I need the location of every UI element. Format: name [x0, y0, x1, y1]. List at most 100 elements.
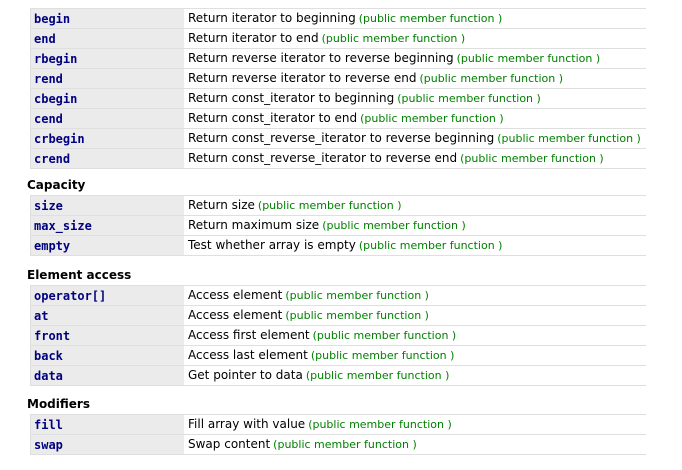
member-kind: (public member function ) — [305, 369, 450, 382]
member-desc-cell: Return const_reverse_iterator to reverse… — [184, 149, 646, 169]
member-kind: (public member function ) — [358, 12, 503, 25]
member-kind: (public member function ) — [273, 438, 417, 451]
table-row: cend Return const_iterator to end (public… — [30, 109, 646, 129]
member-description: Return const_reverse_iterator to reverse… — [188, 151, 458, 165]
member-link-operator-subscript[interactable]: operator[] — [34, 289, 106, 303]
table-row: swap Swap content (public member function… — [30, 435, 646, 455]
member-description: Access last element — [188, 348, 308, 362]
table-row: max_size Return maximum size (public memb… — [30, 216, 646, 236]
table-row: back Access last element (public member f… — [30, 346, 646, 366]
member-name-cell: operator[] — [30, 285, 184, 306]
modifiers-table: fill Fill array with value (public member… — [30, 414, 646, 455]
member-name-cell: rend — [30, 69, 184, 89]
member-name-cell: max_size — [30, 216, 184, 236]
member-link-crbegin[interactable]: crbegin — [34, 132, 85, 146]
member-link-rbegin[interactable]: rbegin — [34, 52, 77, 66]
table-row: crbegin Return const_reverse_iterator to… — [30, 129, 646, 149]
member-desc-cell: Return const_reverse_iterator to reverse… — [184, 129, 646, 149]
member-kind: (public member function ) — [285, 309, 429, 322]
member-desc-cell: Return iterator to end (public member fun… — [184, 29, 646, 49]
member-description: Access element — [188, 308, 283, 322]
member-link-rend[interactable]: rend — [34, 72, 63, 86]
member-desc-cell: Access first element (public member funct… — [184, 326, 646, 346]
element-access-table: operator[] Access element (public member … — [30, 285, 646, 386]
member-desc-cell: Return const_iterator to beginning (publi… — [184, 89, 646, 109]
member-link-front[interactable]: front — [34, 329, 70, 343]
member-name-cell: size — [30, 195, 184, 216]
capacity-table: size Return size (public member function … — [30, 195, 646, 256]
member-link-data[interactable]: data — [34, 369, 63, 383]
member-link-max-size[interactable]: max_size — [34, 219, 92, 233]
table-row: empty Test whether array is empty (public… — [30, 236, 646, 256]
member-name-cell: cend — [30, 109, 184, 129]
iterators-table: begin Return iterator to beginning (publi… — [30, 8, 646, 169]
member-desc-cell: Fill array with value (public member func… — [184, 414, 646, 435]
member-name-cell: begin — [30, 8, 184, 29]
table-row: cbegin Return const_iterator to beginnin… — [30, 89, 646, 109]
table-row: data Get pointer to data (public member f… — [30, 366, 646, 386]
member-kind: (public member function ) — [419, 72, 564, 85]
member-link-cbegin[interactable]: cbegin — [34, 92, 77, 106]
member-link-fill[interactable]: fill — [34, 418, 63, 432]
section-heading-element-access: Element access — [27, 268, 132, 282]
member-link-cend[interactable]: cend — [34, 112, 63, 126]
member-kind: (public member function ) — [397, 92, 541, 105]
member-desc-cell: Return iterator to beginning (public memb… — [184, 8, 646, 29]
member-link-empty[interactable]: empty — [34, 239, 70, 253]
member-link-end[interactable]: end — [34, 32, 56, 46]
member-description: Access first element — [188, 328, 310, 342]
member-kind: (public member function ) — [358, 239, 503, 252]
member-link-begin[interactable]: begin — [34, 12, 70, 26]
member-link-crend[interactable]: crend — [34, 152, 70, 166]
table-row: end Return iterator to end (public member… — [30, 29, 646, 49]
member-description: Return size — [188, 198, 255, 212]
member-link-swap[interactable]: swap — [34, 438, 63, 452]
table-row: begin Return iterator to beginning (publi… — [30, 8, 646, 29]
member-name-cell: swap — [30, 435, 184, 455]
member-name-cell: back — [30, 346, 184, 366]
member-kind: (public member function ) — [460, 152, 604, 165]
member-link-at[interactable]: at — [34, 309, 48, 323]
member-description: Return const_reverse_iterator to reverse… — [188, 131, 495, 145]
member-name-cell: end — [30, 29, 184, 49]
member-link-size[interactable]: size — [34, 199, 63, 213]
member-description: Access element — [188, 288, 283, 302]
member-name-cell: front — [30, 326, 184, 346]
member-desc-cell: Return maximum size (public member functi… — [184, 216, 646, 236]
member-desc-cell: Get pointer to data (public member functi… — [184, 366, 646, 386]
member-desc-cell: Test whether array is empty (public membe… — [184, 236, 646, 256]
member-desc-cell: Swap content (public member function ) — [184, 435, 646, 455]
table-row: crend Return const_reverse_iterator to r… — [30, 149, 646, 169]
member-desc-cell: Return reverse iterator to reverse begin… — [184, 49, 646, 69]
member-desc-cell: Access element (public member function ) — [184, 285, 646, 306]
member-description: Return const_iterator to end — [188, 111, 358, 125]
member-description: Test whether array is empty — [188, 238, 356, 252]
member-desc-cell: Access element (public member function ) — [184, 306, 646, 326]
member-name-cell: rbegin — [30, 49, 184, 69]
member-kind: (public member function ) — [322, 219, 466, 232]
member-description: Return const_iterator to beginning — [188, 91, 395, 105]
member-description: Swap content — [188, 437, 271, 451]
member-link-back[interactable]: back — [34, 349, 63, 363]
member-kind: (public member function ) — [456, 52, 601, 65]
member-name-cell: crend — [30, 149, 184, 169]
member-kind: (public member function ) — [360, 112, 504, 125]
member-kind: (public member function ) — [312, 329, 457, 342]
member-kind: (public member function ) — [321, 32, 466, 45]
table-row: operator[] Access element (public member … — [30, 285, 646, 306]
table-row: rbegin Return reverse iterator to revers… — [30, 49, 646, 69]
member-desc-cell: Return reverse iterator to reverse end (p… — [184, 69, 646, 89]
member-description: Return reverse iterator to reverse end — [188, 71, 417, 85]
table-row: at Access element (public member function… — [30, 306, 646, 326]
member-name-cell: fill — [30, 414, 184, 435]
table-row: front Access first element (public member… — [30, 326, 646, 346]
member-description: Return iterator to end — [188, 31, 319, 45]
member-name-cell: empty — [30, 236, 184, 256]
member-description: Return reverse iterator to reverse begin… — [188, 51, 454, 65]
member-kind: (public member function ) — [310, 349, 455, 362]
member-description: Return maximum size — [188, 218, 320, 232]
member-name-cell: cbegin — [30, 89, 184, 109]
member-description: Get pointer to data — [188, 368, 303, 382]
member-kind: (public member function ) — [497, 132, 641, 145]
section-heading-capacity: Capacity — [27, 178, 86, 192]
